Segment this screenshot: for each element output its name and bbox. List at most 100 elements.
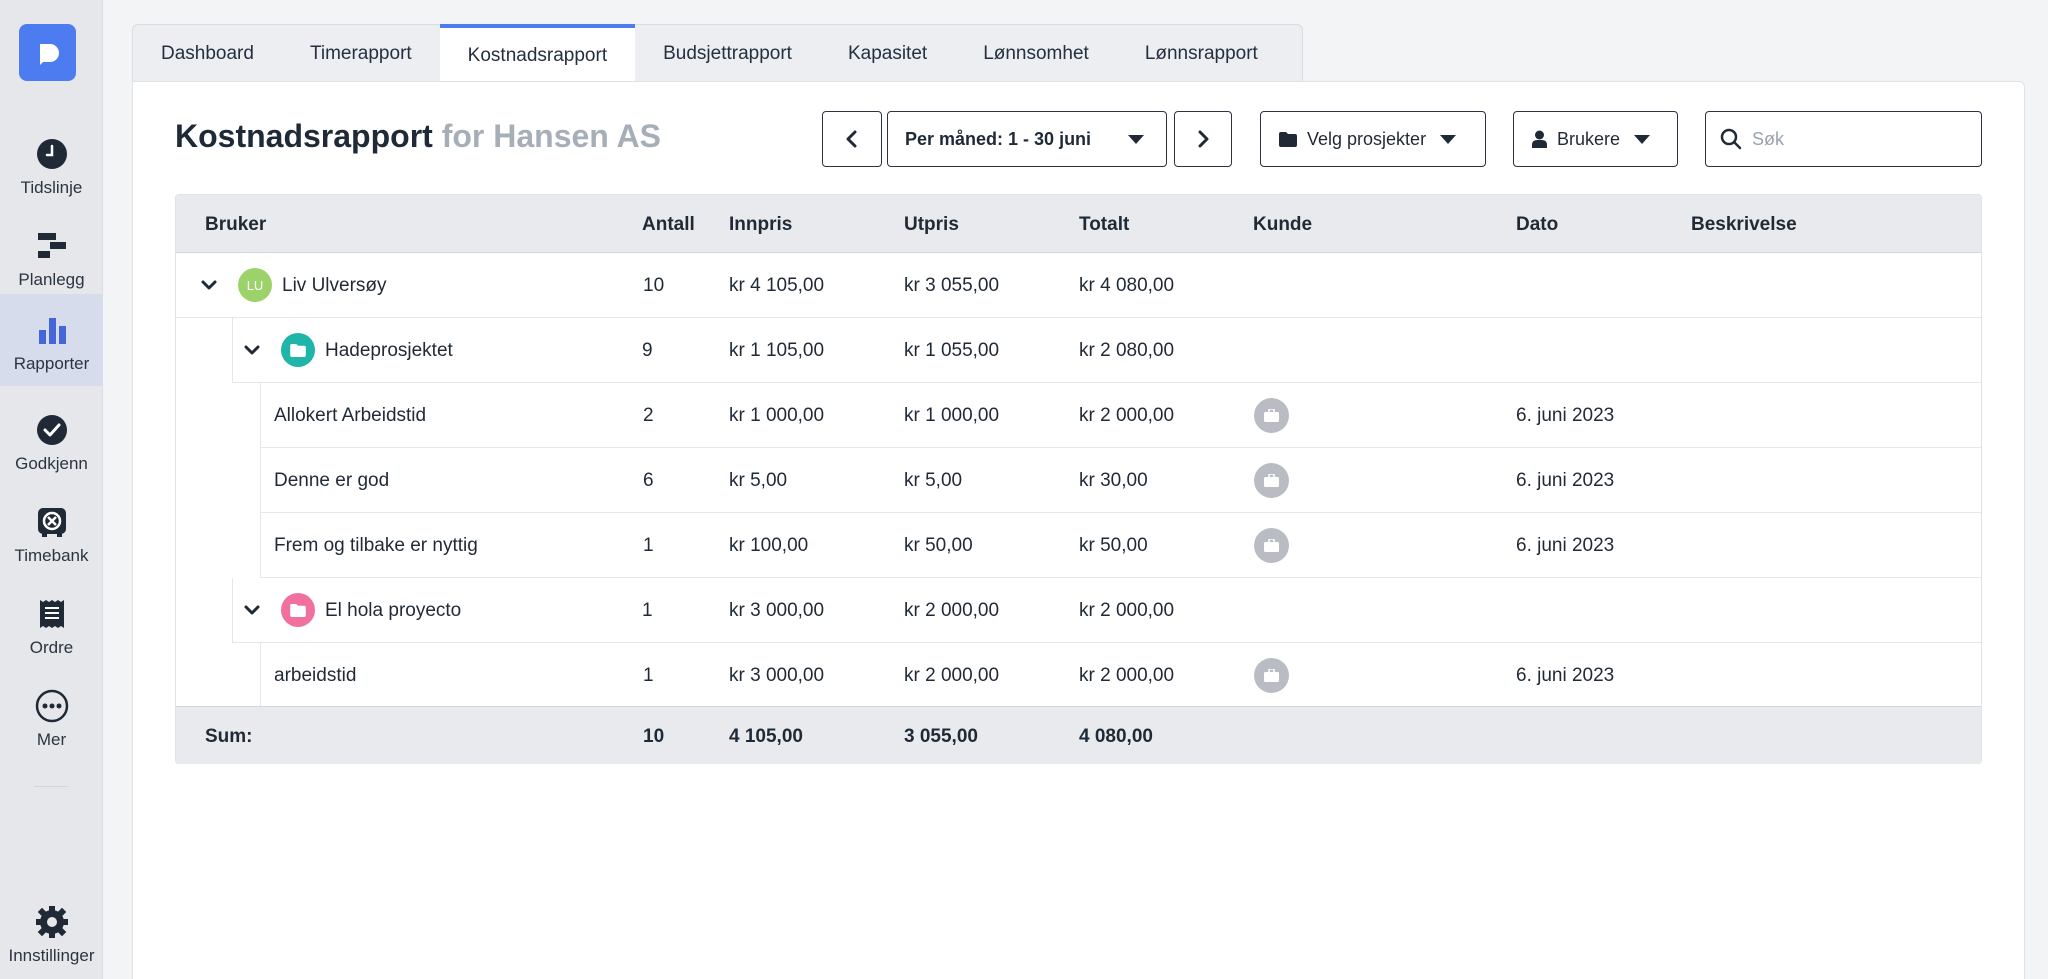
chevron-down-icon[interactable] [199, 275, 219, 295]
cell-totalt: kr 4 080,00 [1079, 275, 1175, 296]
cell-utpris: kr 2 000,00 [904, 600, 1000, 621]
period-label: Per måned: 1 - 30 juni [905, 128, 1092, 149]
column-header-utpris[interactable]: Utpris [904, 214, 959, 236]
table-row-project[interactable]: Hadeprosjektet 9 kr 1 105,00 kr 1 055,00… [232, 318, 1981, 383]
sidebar-divider [34, 786, 68, 787]
check-circle-icon [34, 412, 70, 448]
sidebar-item-ordre[interactable]: Ordre [0, 578, 103, 670]
sidebar-item-label: Ordre [29, 638, 74, 657]
tab-lonnsrapport[interactable]: Lønnsrapport [1117, 25, 1286, 83]
sidebar-item-innstillinger[interactable]: Innstillinger [0, 886, 103, 978]
cell-totalt: kr 2 000,00 [1079, 600, 1175, 621]
column-header-beskrivelse[interactable]: Beskrivelse [1691, 214, 1797, 236]
chevron-left-icon [846, 130, 857, 148]
column-header-bruker[interactable]: Bruker [205, 214, 266, 236]
tab-timerapport[interactable]: Timerapport [282, 25, 440, 83]
cell-totalt: kr 2 080,00 [1079, 340, 1175, 361]
table-row-user[interactable]: LU Liv Ulversøy 10 kr 4 105,00 kr 3 055,… [176, 253, 1981, 318]
planner-icon [34, 228, 70, 264]
app-logo[interactable] [19, 24, 76, 81]
sidebar-item-mer[interactable]: Mer [0, 670, 103, 762]
user-filter-dropdown[interactable]: Brukere [1513, 111, 1678, 167]
table-row-project[interactable]: El hola proyecto 1 kr 3 000,00 kr 2 000,… [232, 578, 1981, 643]
cell-innpris: kr 5,00 [729, 470, 788, 491]
cell-antall: 1 [642, 600, 653, 621]
page-subtitle: for Hansen AS [441, 118, 661, 154]
tab-budsjettrapport[interactable]: Budsjettrapport [635, 25, 820, 83]
cell-innpris: kr 3 000,00 [729, 600, 825, 621]
cell-utpris: kr 5,00 [904, 470, 963, 491]
column-header-dato[interactable]: Dato [1516, 214, 1558, 236]
project-filter-dropdown[interactable]: Velg prosjekter [1260, 111, 1486, 167]
user-filter-label: Brukere [1557, 128, 1621, 149]
logo-icon [39, 43, 59, 65]
cell-antall: 9 [642, 340, 653, 361]
entry-name: Allokert Arbeidstid [274, 405, 427, 426]
cell-dato: 6. juni 2023 [1516, 535, 1615, 556]
page-title: Kostnadsrapport for Hansen AS [175, 118, 661, 155]
user-name: Liv Ulversøy [282, 275, 387, 296]
table-row[interactable]: Allokert Arbeidstid 2 kr 1 000,00 kr 1 0… [260, 383, 1981, 448]
search-icon [1720, 128, 1742, 150]
tree-guide [260, 383, 261, 578]
sidebar-item-planlegg[interactable]: Planlegg [0, 210, 103, 302]
cell-utpris: kr 1 000,00 [904, 405, 1000, 426]
project-folder-icon [281, 333, 315, 367]
table-row[interactable]: Frem og tilbake er nyttig 1 kr 100,00 kr… [260, 513, 1981, 578]
cell-totalt: kr 2 000,00 [1079, 665, 1175, 686]
cell-innpris: kr 3 000,00 [729, 665, 825, 686]
entry-name: Frem og tilbake er nyttig [274, 535, 478, 556]
sidebar-item-label: Mer [36, 730, 67, 749]
customer-briefcase-icon[interactable] [1254, 463, 1289, 498]
tab-lonnsomhet[interactable]: Lønnsomhet [955, 25, 1117, 83]
column-header-totalt[interactable]: Totalt [1079, 214, 1129, 236]
avatar: LU [238, 268, 272, 302]
sidebar: Tidslinje Planlegg Rapporter Godkjenn Ti… [0, 0, 103, 979]
tab-dashboard[interactable]: Dashboard [133, 25, 282, 83]
sum-innpris: 4 105,00 [729, 726, 803, 747]
customer-briefcase-icon[interactable] [1254, 528, 1289, 563]
table-row[interactable]: arbeidstid 1 kr 3 000,00 kr 2 000,00 kr … [260, 643, 1981, 708]
column-header-innpris[interactable]: Innpris [729, 214, 792, 236]
clock-icon [34, 136, 70, 172]
cell-antall: 2 [643, 405, 654, 426]
more-icon [34, 688, 70, 724]
cell-utpris: kr 2 000,00 [904, 665, 1000, 686]
sum-label: Sum: [205, 726, 253, 747]
column-header-kunde[interactable]: Kunde [1253, 214, 1312, 236]
cost-report-table: Bruker Antall Innpris Utpris Totalt Kund… [175, 194, 1982, 764]
cell-antall: 10 [643, 275, 665, 296]
caret-down-icon [1128, 134, 1144, 144]
tab-kapasitet[interactable]: Kapasitet [820, 25, 955, 83]
sidebar-item-godkjenn[interactable]: Godkjenn [0, 394, 103, 486]
tab-kostnadsrapport[interactable]: Kostnadsrapport [439, 24, 636, 84]
entry-name: Denne er god [274, 470, 390, 491]
column-header-antall[interactable]: Antall [642, 214, 695, 236]
sidebar-item-timebank[interactable]: Timebank [0, 486, 103, 578]
next-period-button[interactable] [1174, 111, 1232, 167]
cell-innpris: kr 100,00 [729, 535, 809, 556]
period-dropdown[interactable]: Per måned: 1 - 30 juni [887, 111, 1167, 167]
chevron-down-icon[interactable] [242, 340, 262, 360]
sidebar-item-tidslinje[interactable]: Tidslinje [0, 118, 103, 210]
tree-guide [260, 643, 261, 706]
cell-antall: 1 [643, 665, 654, 686]
sidebar-item-label: Godkjenn [15, 454, 88, 473]
entry-name: arbeidstid [274, 665, 357, 686]
search-box[interactable] [1705, 111, 1982, 167]
table-row[interactable]: Denne er god 6 kr 5,00 kr 5,00 kr 30,00 … [260, 448, 1981, 513]
chevron-down-icon[interactable] [242, 600, 262, 620]
cell-dato: 6. juni 2023 [1516, 470, 1615, 491]
sidebar-item-rapporter[interactable]: Rapporter [0, 294, 103, 386]
sidebar-item-label: Innstillinger [8, 946, 95, 965]
table-sum-row: Sum: 10 4 105,00 3 055,00 4 080,00 [176, 706, 1981, 764]
sidebar-item-label: Rapporter [13, 354, 90, 373]
user-icon [1532, 130, 1547, 148]
cell-dato: 6. juni 2023 [1516, 665, 1615, 686]
caret-down-icon [1440, 134, 1457, 144]
sidebar-item-label: Planlegg [18, 270, 85, 289]
customer-briefcase-icon[interactable] [1254, 658, 1289, 693]
customer-briefcase-icon[interactable] [1254, 398, 1289, 433]
search-input[interactable] [1752, 128, 1952, 150]
previous-period-button[interactable] [822, 111, 882, 167]
